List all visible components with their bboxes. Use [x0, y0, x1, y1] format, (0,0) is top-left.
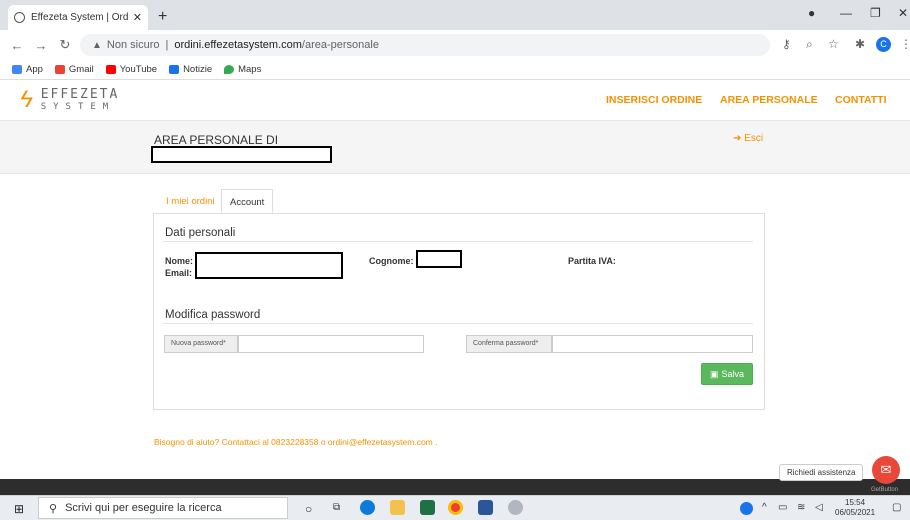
- forward-icon[interactable]: →: [34, 38, 48, 53]
- site-footer-bar: [0, 479, 910, 495]
- bookmark-app[interactable]: App: [12, 64, 43, 75]
- url-host: ordini.effezetasystem.com: [174, 39, 302, 51]
- volume-icon[interactable]: ◁: [815, 502, 823, 513]
- maps-pin-icon: [224, 65, 235, 74]
- divider: [163, 241, 753, 242]
- bookmark-label: YouTube: [119, 64, 158, 75]
- url-security: Non sicuro: [106, 39, 160, 51]
- profile-avatar[interactable]: C: [876, 37, 891, 52]
- chat-assist-badge[interactable]: Richiedi assistenza: [779, 464, 864, 481]
- bookmark-label: Maps: [238, 64, 262, 75]
- gmail-icon: [54, 65, 65, 74]
- site-logo[interactable]: ϟ EFFEZETA SYSTEM: [20, 86, 119, 114]
- apps-icon: [12, 65, 22, 74]
- url-path: /area-personale: [301, 39, 379, 51]
- minimize-button[interactable]: —: [840, 6, 852, 20]
- windows-start-icon[interactable]: ⊞: [14, 502, 24, 516]
- key-icon[interactable]: ⚷: [782, 37, 791, 51]
- confirm-password-addon: Conferma password*: [466, 335, 552, 353]
- nav-inserisci-ordine[interactable]: INSERISCI ORDINE: [606, 94, 702, 106]
- close-tab-icon[interactable]: ✕: [133, 11, 142, 24]
- word-icon[interactable]: [478, 500, 493, 515]
- save-label: Salva: [721, 369, 745, 379]
- bookmark-label: Gmail: [68, 64, 94, 75]
- extensions-icon[interactable]: ✱: [855, 37, 865, 51]
- cortana-icon[interactable]: ○: [305, 502, 312, 516]
- logo-bottom-text: SYSTEM: [40, 101, 116, 112]
- reload-icon[interactable]: ↻: [58, 37, 72, 53]
- help-tray-icon[interactable]: [740, 502, 753, 515]
- chat-bubble-icon: ✉: [880, 462, 892, 477]
- taskbar-search-placeholder: Scrivi qui per eseguire la ricerca: [65, 502, 222, 514]
- chevron-up-icon[interactable]: ^: [762, 502, 767, 513]
- save-button[interactable]: ▣ Salva: [701, 363, 753, 385]
- page-title: AREA PERSONALE DI: [154, 133, 279, 147]
- nav-contatti[interactable]: CONTATTI: [835, 94, 887, 106]
- youtube-icon: [105, 65, 116, 74]
- chat-caption: GetButton: [871, 487, 899, 493]
- save-disk-icon: ▣: [709, 368, 719, 379]
- bookmark-maps[interactable]: Maps: [224, 64, 261, 75]
- clock-date: 06/05/2021: [835, 508, 876, 517]
- bookmark-label: Notizie: [183, 64, 213, 75]
- logo-swoosh-icon: ϟ: [20, 86, 33, 113]
- bookmarks-bar: App Gmail YouTube Notizie Maps: [0, 60, 910, 80]
- bookmark-youtube[interactable]: YouTube: [105, 64, 158, 75]
- browser-tab[interactable]: Effezeta System | Ordini B2B - Area ✕: [8, 5, 148, 30]
- taskbar-clock[interactable]: 15:54 06/05/2021: [835, 498, 875, 518]
- name-label: Nome:: [165, 256, 194, 266]
- vat-label: Partita IVA:: [568, 256, 616, 266]
- news-icon: [169, 65, 180, 74]
- bookmark-label: App: [26, 64, 43, 75]
- tab-account[interactable]: Account: [221, 189, 273, 213]
- surname-label: Cognome:: [369, 256, 414, 266]
- logout-link[interactable]: ➜ Esci: [733, 133, 763, 144]
- url-bar[interactable]: ▲ Non sicuro | ordini.effezetasystem.com…: [80, 34, 770, 56]
- url-separator: |: [165, 39, 169, 51]
- new-tab-button[interactable]: +: [158, 8, 167, 26]
- search-icon: ⚲: [49, 502, 58, 515]
- new-password-addon: Nuova password*: [164, 335, 238, 353]
- taskbar-search[interactable]: ⚲ Scrivi qui per eseguire la ricerca: [38, 497, 288, 519]
- globe-icon: [14, 12, 25, 23]
- chrome-icon[interactable]: [448, 500, 463, 515]
- change-password-heading: Modifica password: [165, 309, 261, 321]
- divider: [163, 323, 753, 324]
- tab-title: Effezeta System | Ordini B2B - Area: [31, 12, 129, 23]
- account-icon[interactable]: ●: [808, 6, 815, 20]
- maximize-button[interactable]: ❐: [870, 6, 881, 20]
- battery-icon[interactable]: ▭: [778, 502, 787, 513]
- email-label: Email:: [165, 268, 193, 278]
- notifications-icon[interactable]: ▢: [892, 502, 901, 513]
- menu-icon[interactable]: ⋮: [900, 37, 910, 51]
- page-title-bar: [0, 121, 910, 174]
- wifi-icon[interactable]: ≋: [797, 502, 805, 513]
- zoom-icon[interactable]: ⌕: [806, 37, 813, 52]
- help-text[interactable]: Bisogno di aiuto? Contattaci al 08232283…: [154, 437, 437, 447]
- logout-icon: ➜: [733, 133, 745, 144]
- edge-icon[interactable]: [360, 500, 375, 515]
- personal-data-heading: Dati personali: [165, 227, 236, 239]
- redacted-username: [151, 146, 332, 163]
- close-window-button[interactable]: ✕: [898, 6, 908, 20]
- file-explorer-icon[interactable]: [390, 500, 405, 515]
- excel-icon[interactable]: [420, 500, 435, 515]
- new-password-input[interactable]: [238, 335, 424, 353]
- back-icon[interactable]: ←: [10, 38, 24, 53]
- bookmark-gmail[interactable]: Gmail: [54, 64, 94, 75]
- confirm-password-input[interactable]: [552, 335, 753, 353]
- clock-time: 15:54: [845, 498, 866, 507]
- task-view-icon[interactable]: ⧉: [333, 502, 340, 513]
- redacted-name-email: [195, 252, 343, 279]
- logo-top-text: EFFEZETA: [40, 86, 120, 102]
- logout-label: Esci: [744, 133, 764, 144]
- nav-area-personale[interactable]: AREA PERSONALE: [720, 94, 818, 106]
- paint-icon[interactable]: [508, 500, 523, 515]
- chat-button[interactable]: ✉: [872, 456, 900, 484]
- bookmark-notizie[interactable]: Notizie: [169, 64, 212, 75]
- redacted-surname: [416, 250, 462, 268]
- warning-icon: ▲: [92, 39, 102, 51]
- star-icon[interactable]: ☆: [828, 37, 839, 51]
- tab-miei-ordini[interactable]: I miei ordini: [158, 189, 223, 213]
